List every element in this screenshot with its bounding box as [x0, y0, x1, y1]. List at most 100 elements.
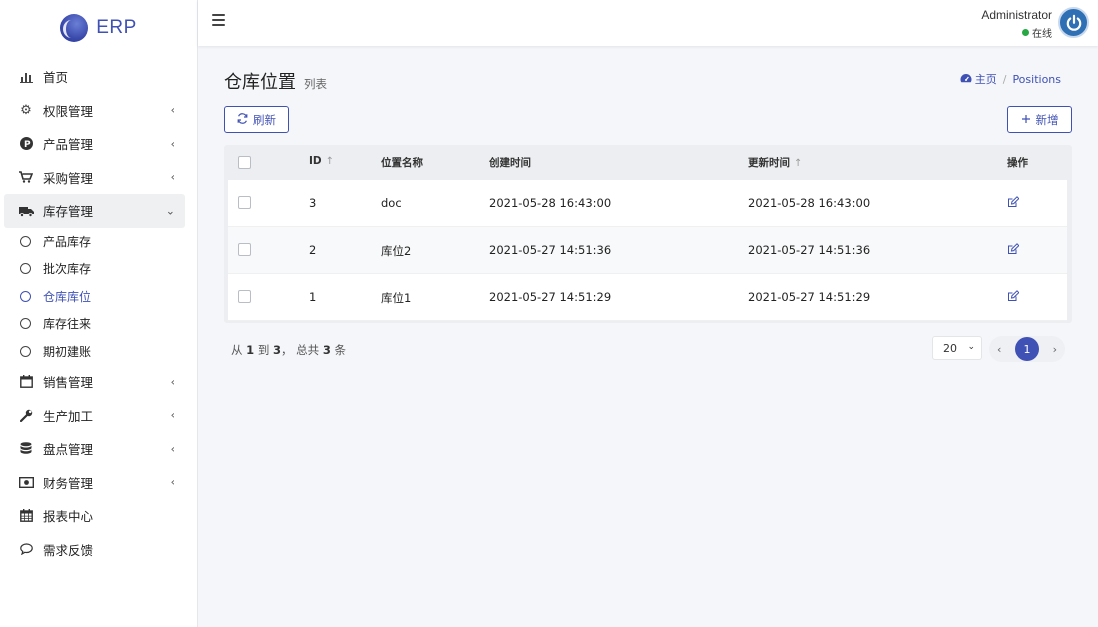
- pager-text: 到: [257, 343, 270, 357]
- sidebar-subitem-label: 仓库库位: [43, 289, 92, 304]
- sidebar-menu: 首页 ⚙ 权限管理 ‹ P 产品管理 ‹ 采购管理 ‹ 库存管理 ⌄ 产品库存 …: [0, 60, 197, 566]
- edit-icon[interactable]: [1007, 290, 1020, 305]
- chevron-left-icon: ‹: [170, 408, 175, 422]
- wrench-icon: [18, 409, 34, 422]
- sidebar-subitem-batch-stock[interactable]: 批次库存: [0, 255, 197, 283]
- sidebar-item-label: 盘点管理: [43, 442, 94, 458]
- main-content: 仓库位置 列表 主页 / Positions 刷新 新增 ID ↑ 位置名称 创…: [198, 46, 1098, 627]
- sidebar-subitem-warehouse-positions[interactable]: 仓库库位: [0, 283, 197, 311]
- row-checkbox[interactable]: [238, 243, 251, 256]
- row-checkbox[interactable]: [238, 290, 251, 303]
- p-badge-icon: P: [18, 137, 34, 151]
- column-header-label: ID: [309, 155, 322, 167]
- brand[interactable]: ERP: [0, 0, 197, 56]
- column-header-actions: 操作: [1007, 157, 1028, 169]
- table-row: 3 doc 2021-05-28 16:43:00 2021-05-28 16:…: [228, 180, 1067, 227]
- sidebar-item-label: 库存管理: [43, 204, 94, 220]
- page-title-text: 仓库位置: [224, 72, 296, 93]
- cell-id: 2: [309, 243, 317, 257]
- calendar-icon: [18, 375, 34, 389]
- pagination: ‹ 1 ›: [989, 336, 1065, 362]
- edit-icon[interactable]: [1007, 243, 1020, 258]
- select-all-checkbox[interactable]: [238, 156, 251, 169]
- sidebar-item-label: 产品管理: [43, 137, 94, 153]
- page-size-select[interactable]: 20 ⌄: [932, 336, 982, 360]
- sidebar-subitem-label: 库存往来: [43, 317, 92, 332]
- sidebar-subitem-product-stock[interactable]: 产品库存: [0, 228, 197, 256]
- pagination-summary: 从 1 到 3， 总共 3 条: [231, 342, 346, 358]
- money-icon: [18, 476, 34, 488]
- add-button[interactable]: 新增: [1007, 106, 1072, 133]
- sidebar-item-purchasing[interactable]: 采购管理 ‹: [4, 161, 185, 195]
- column-header-label: 更新时间: [748, 157, 790, 169]
- column-header-updated[interactable]: 更新时间 ↑: [748, 155, 802, 170]
- column-header-created: 创建时间: [489, 157, 531, 169]
- sidebar-item-products[interactable]: P 产品管理 ‹: [4, 127, 185, 161]
- sidebar-subitem-stock-transactions[interactable]: 库存往来: [0, 310, 197, 338]
- table-body: 3 doc 2021-05-28 16:43:00 2021-05-28 16:…: [228, 180, 1067, 321]
- positions-table: ID ↑ 位置名称 创建时间 更新时间 ↑ 操作 3 doc 2021-05-28 …: [224, 145, 1072, 323]
- row-checkbox[interactable]: [238, 196, 251, 209]
- sidebar-item-home[interactable]: 首页: [4, 60, 185, 94]
- breadcrumb-home[interactable]: 主页: [960, 71, 997, 87]
- pager-text: 条: [334, 343, 346, 357]
- table-header: ID ↑ 位置名称 创建时间 更新时间 ↑ 操作: [224, 145, 1072, 180]
- cell-id: 1: [309, 290, 317, 304]
- gear-icon: ⚙: [20, 102, 32, 118]
- sidebar-item-label: 报表中心: [43, 509, 94, 525]
- refresh-icon: [237, 112, 248, 127]
- plus-icon: [1021, 113, 1031, 127]
- cell-created: 2021-05-28 16:43:00: [489, 196, 612, 210]
- top-header: Administrator 在线: [198, 0, 1098, 46]
- dashboard-icon: [960, 73, 972, 86]
- menu-toggle-icon[interactable]: [212, 14, 225, 26]
- cell-updated: 2021-05-28 16:43:00: [748, 196, 871, 210]
- user-name: Administrator: [981, 8, 1052, 22]
- comment-icon: [18, 543, 34, 556]
- refresh-button[interactable]: 刷新: [224, 106, 289, 133]
- sidebar-item-label: 财务管理: [43, 475, 94, 491]
- pager-text: ， 总共: [281, 343, 320, 357]
- circle-icon: [20, 318, 31, 330]
- sidebar-item-sales[interactable]: 销售管理 ‹: [4, 365, 185, 399]
- column-header-id[interactable]: ID ↑: [309, 155, 334, 167]
- sidebar-item-finance[interactable]: 财务管理 ‹: [4, 466, 185, 500]
- cell-name: doc: [381, 196, 402, 210]
- cell-updated: 2021-05-27 14:51:36: [748, 243, 871, 257]
- database-icon: [18, 442, 34, 455]
- bar-chart-icon: [18, 71, 34, 83]
- sidebar-item-label: 销售管理: [43, 375, 94, 391]
- power-avatar-icon[interactable]: [1058, 7, 1089, 38]
- circle-icon: [20, 290, 31, 302]
- chevron-down-icon: ⌄: [165, 204, 175, 218]
- sidebar-item-stocktaking[interactable]: 盘点管理 ‹: [4, 432, 185, 466]
- pager-from: 1: [246, 343, 255, 357]
- cell-name: 库位1: [381, 291, 412, 305]
- previous-page-icon[interactable]: ‹: [997, 343, 1001, 356]
- sidebar-subitem-label: 批次库存: [43, 262, 92, 277]
- inventory-submenu: 产品库存 批次库存 仓库库位 库存往来 期初建账: [0, 228, 197, 366]
- sidebar-subitem-label: 产品库存: [43, 234, 92, 249]
- cart-icon: [18, 171, 34, 183]
- edit-icon[interactable]: [1007, 196, 1020, 211]
- cell-created: 2021-05-27 14:51:29: [489, 290, 612, 304]
- truck-icon: [18, 205, 34, 217]
- breadcrumb: 主页 / Positions: [960, 71, 1061, 87]
- sidebar-item-reports[interactable]: 报表中心: [4, 499, 185, 533]
- next-page-icon[interactable]: ›: [1053, 343, 1057, 356]
- sidebar-item-permissions[interactable]: ⚙ 权限管理 ‹: [4, 94, 185, 128]
- page-subtitle: 列表: [304, 77, 327, 91]
- user-info[interactable]: Administrator 在线: [981, 8, 1052, 40]
- sidebar-item-feedback[interactable]: 需求反馈: [4, 533, 185, 567]
- chevron-left-icon: ‹: [170, 103, 175, 117]
- sidebar-item-label: 需求反馈: [43, 542, 94, 558]
- sidebar-item-inventory[interactable]: 库存管理 ⌄: [4, 194, 185, 228]
- sidebar-item-production[interactable]: 生产加工 ‹: [4, 399, 185, 433]
- sidebar-item-label: 采购管理: [43, 170, 94, 186]
- pager-total: 3: [322, 343, 331, 357]
- svg-text:P: P: [24, 140, 31, 150]
- user-status-text: 在线: [1032, 29, 1052, 40]
- cell-created: 2021-05-27 14:51:36: [489, 243, 612, 257]
- sidebar-subitem-opening-balance[interactable]: 期初建账: [0, 338, 197, 366]
- page-number-button[interactable]: 1: [1015, 337, 1039, 361]
